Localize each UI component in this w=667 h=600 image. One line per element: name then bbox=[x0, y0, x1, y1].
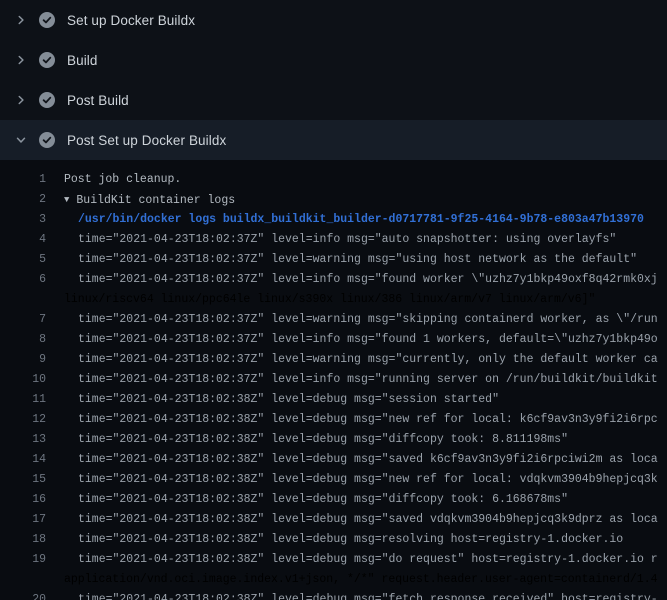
log-line-7: 7time="2021-04-23T18:02:37Z" level=warni… bbox=[0, 310, 667, 330]
check-circle-icon bbox=[39, 12, 55, 28]
line-number-link[interactable]: 20 bbox=[0, 590, 46, 600]
step-log-output: 1Post job cleanup.2 ▼ BuildKit container l… bbox=[0, 160, 667, 600]
step-label: Post Set up Docker Buildx bbox=[67, 133, 226, 148]
log-text: application/vnd.oci.image.index.v1+json,… bbox=[46, 570, 658, 590]
log-command-text: /usr/bin/docker logs buildx_buildkit_bui… bbox=[46, 210, 644, 230]
log-line-14: 14time="2021-04-23T18:02:38Z" level=debu… bbox=[0, 450, 667, 470]
line-number-link[interactable]: 4 bbox=[0, 230, 46, 250]
line-number-link[interactable]: 13 bbox=[0, 430, 46, 450]
log-text: time="2021-04-23T18:02:38Z" level=debug … bbox=[46, 530, 623, 550]
log-text: time="2021-04-23T18:02:37Z" level=info m… bbox=[46, 370, 658, 390]
log-text: time="2021-04-23T18:02:37Z" level=warnin… bbox=[46, 310, 658, 330]
step-label: Set up Docker Buildx bbox=[67, 13, 195, 28]
line-number-link[interactable]: 14 bbox=[0, 450, 46, 470]
line-number-link[interactable]: 10 bbox=[0, 370, 46, 390]
log-text: time="2021-04-23T18:02:38Z" level=debug … bbox=[46, 470, 658, 490]
log-text: time="2021-04-23T18:02:38Z" level=debug … bbox=[46, 430, 568, 450]
line-number-link[interactable]: 6 bbox=[0, 270, 46, 290]
log-text: time="2021-04-23T18:02:38Z" level=debug … bbox=[46, 450, 658, 470]
log-line-1: 1Post job cleanup. bbox=[0, 170, 667, 190]
log-text: time="2021-04-23T18:02:38Z" level=debug … bbox=[46, 490, 568, 510]
step-label: Build bbox=[67, 53, 98, 68]
log-line-4: 4time="2021-04-23T18:02:37Z" level=info … bbox=[0, 230, 667, 250]
line-number-link[interactable]: 9 bbox=[0, 350, 46, 370]
log-line-17: 17time="2021-04-23T18:02:38Z" level=debu… bbox=[0, 510, 667, 530]
line-number-link[interactable]: 8 bbox=[0, 330, 46, 350]
log-text: time="2021-04-23T18:02:38Z" level=debug … bbox=[46, 390, 499, 410]
step-row-setup-docker-buildx[interactable]: Set up Docker Buildx bbox=[0, 0, 667, 40]
log-line-11: 11time="2021-04-23T18:02:38Z" level=debu… bbox=[0, 390, 667, 410]
log-text: time="2021-04-23T18:02:38Z" level=debug … bbox=[46, 550, 658, 570]
line-number-link[interactable]: 7 bbox=[0, 310, 46, 330]
log-line-2: 2 ▼ BuildKit container logs bbox=[0, 190, 667, 210]
group-caret-icon[interactable]: ▼ bbox=[64, 195, 69, 205]
log-line-12: 12time="2021-04-23T18:02:38Z" level=debu… bbox=[0, 410, 667, 430]
line-number-link[interactable]: 5 bbox=[0, 250, 46, 270]
line-number-link bbox=[0, 290, 46, 310]
log-text: Post job cleanup. bbox=[46, 170, 181, 190]
log-text: time="2021-04-23T18:02:37Z" level=warnin… bbox=[46, 250, 637, 270]
group-label[interactable]: BuildKit container logs bbox=[76, 194, 235, 207]
chevron-right-icon bbox=[13, 92, 29, 108]
log-line-19: 19time="2021-04-23T18:02:38Z" level=debu… bbox=[0, 550, 667, 570]
line-number-link[interactable]: 19 bbox=[0, 550, 46, 570]
log-line-15: 15time="2021-04-23T18:02:38Z" level=debu… bbox=[0, 470, 667, 490]
workflow-steps-list: Set up Docker Buildx Build Post Build Po… bbox=[0, 0, 667, 160]
log-line-6: 6time="2021-04-23T18:02:37Z" level=info … bbox=[0, 270, 667, 290]
step-label: Post Build bbox=[67, 93, 129, 108]
check-circle-icon bbox=[39, 52, 55, 68]
check-circle-icon bbox=[39, 132, 55, 148]
line-number-link[interactable]: 17 bbox=[0, 510, 46, 530]
line-number-link[interactable]: 1 bbox=[0, 170, 46, 190]
log-text: time="2021-04-23T18:02:38Z" level=debug … bbox=[46, 510, 658, 530]
check-circle-icon bbox=[39, 92, 55, 108]
log-line-10: 10time="2021-04-23T18:02:37Z" level=info… bbox=[0, 370, 667, 390]
log-line-8: 8time="2021-04-23T18:02:37Z" level=info … bbox=[0, 330, 667, 350]
log-text: time="2021-04-23T18:02:38Z" level=debug … bbox=[46, 410, 658, 430]
log-line-13: 13time="2021-04-23T18:02:38Z" level=debu… bbox=[0, 430, 667, 450]
log-text: linux/riscv64 linux/ppc64le linux/s390x … bbox=[46, 290, 595, 310]
chevron-right-icon bbox=[13, 12, 29, 28]
step-row-build[interactable]: Build bbox=[0, 40, 667, 80]
log-line-9: 9time="2021-04-23T18:02:37Z" level=warni… bbox=[0, 350, 667, 370]
log-line-5: 5time="2021-04-23T18:02:37Z" level=warni… bbox=[0, 250, 667, 270]
step-row-post-setup-docker-buildx[interactable]: Post Set up Docker Buildx bbox=[0, 120, 667, 160]
line-number-link[interactable]: 11 bbox=[0, 390, 46, 410]
log-line-continuation: linux/riscv64 linux/ppc64le linux/s390x … bbox=[0, 290, 667, 310]
step-row-post-build[interactable]: Post Build bbox=[0, 80, 667, 120]
log-line-20: 20time="2021-04-23T18:02:38Z" level=debu… bbox=[0, 590, 667, 600]
line-number-link[interactable]: 3 bbox=[0, 210, 46, 230]
log-text: time="2021-04-23T18:02:37Z" level=warnin… bbox=[46, 350, 658, 370]
log-text: time="2021-04-23T18:02:38Z" level=debug … bbox=[46, 590, 658, 600]
chevron-down-icon bbox=[13, 132, 29, 148]
log-line-continuation: application/vnd.oci.image.index.v1+json,… bbox=[0, 570, 667, 590]
log-line-3: 3/usr/bin/docker logs buildx_buildkit_bu… bbox=[0, 210, 667, 230]
log-line-16: 16time="2021-04-23T18:02:38Z" level=debu… bbox=[0, 490, 667, 510]
line-number-link[interactable]: 2 bbox=[0, 190, 46, 210]
line-number-link[interactable]: 18 bbox=[0, 530, 46, 550]
line-number-link[interactable]: 12 bbox=[0, 410, 46, 430]
line-number-link[interactable]: 15 bbox=[0, 470, 46, 490]
log-text: time="2021-04-23T18:02:37Z" level=info m… bbox=[46, 230, 616, 250]
chevron-right-icon bbox=[13, 52, 29, 68]
log-text: time="2021-04-23T18:02:37Z" level=info m… bbox=[46, 330, 658, 350]
log-text: time="2021-04-23T18:02:37Z" level=info m… bbox=[46, 270, 658, 290]
line-number-link[interactable]: 16 bbox=[0, 490, 46, 510]
line-number-link bbox=[0, 570, 46, 590]
log-text: ▼ BuildKit container logs bbox=[46, 190, 235, 210]
log-line-18: 18time="2021-04-23T18:02:38Z" level=debu… bbox=[0, 530, 667, 550]
